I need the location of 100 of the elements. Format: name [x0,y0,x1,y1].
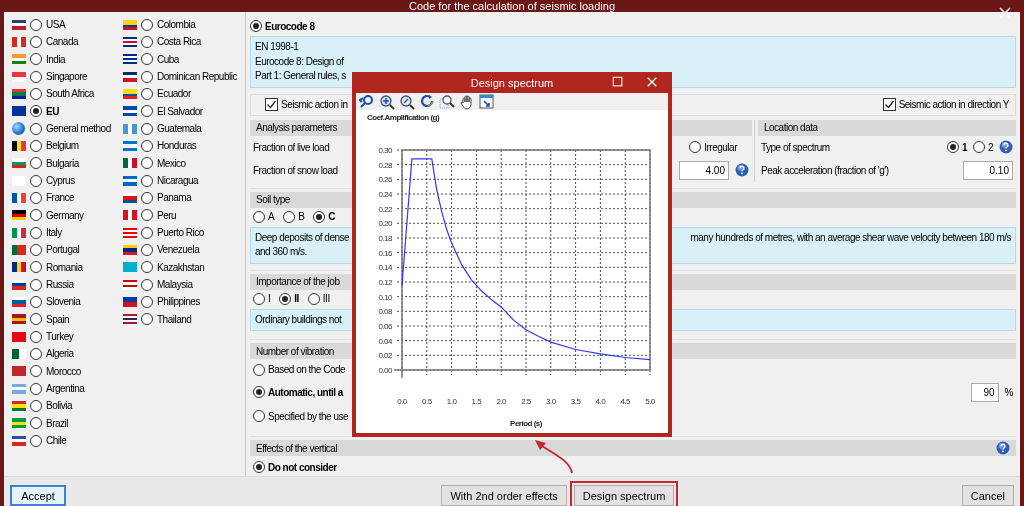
radio-button[interactable] [30,295,42,308]
country-label: Mexico [157,157,186,169]
radio-button[interactable] [30,87,42,100]
radio-button[interactable] [30,70,42,83]
radio-button[interactable] [253,292,265,305]
checkbox[interactable] [265,98,278,111]
radio-button[interactable] [972,141,985,153]
zoom-all-icon[interactable] [379,93,395,110]
axis-title: Coef.Amplification (g) [367,113,440,122]
radio-button[interactable] [141,53,153,66]
radio-button[interactable] [946,141,959,153]
button[interactable]: Accept [10,485,66,506]
radio-button[interactable] [279,292,292,305]
checkbox[interactable] [882,98,896,111]
description-text: Ordinary buildings not [255,312,342,327]
radio-button[interactable] [141,278,153,291]
radio-button[interactable] [141,191,153,204]
option-label: 2 [987,141,993,153]
radio-button[interactable] [141,70,153,83]
radio-button[interactable] [141,122,153,135]
radio-button[interactable] [30,434,42,447]
checkbox-label: Seismic action in [281,99,348,110]
radio-button[interactable] [141,261,153,274]
radio-button[interactable] [689,141,702,153]
radio-button[interactable] [30,226,42,239]
radio-button[interactable] [30,209,42,222]
radio-button[interactable] [141,209,153,222]
radio-button[interactable] [141,18,153,31]
radio-button[interactable] [250,20,262,32]
help-icon[interactable] [735,163,749,177]
radio-button[interactable] [141,226,153,239]
radio-button[interactable] [30,347,42,360]
option-label: I [268,293,271,304]
radio-button[interactable] [141,243,153,256]
radio-button[interactable] [30,122,42,135]
radio-button[interactable] [30,330,42,343]
country-label: EU [46,105,59,117]
radio-button[interactable] [30,157,42,170]
code-label: Eurocode 8 [265,20,315,32]
globe-icon [12,122,25,136]
radio-button[interactable] [30,174,42,187]
radio-button[interactable] [253,386,265,398]
close-icon[interactable] [998,6,1012,20]
help-icon[interactable] [996,441,1010,455]
button[interactable]: With 2nd order effects [441,485,567,506]
radio-button[interactable] [283,210,296,223]
window-title: Code for the calculation of seismic loading [408,0,616,12]
country-label: Thailand [157,313,192,325]
radio-button[interactable] [141,36,153,48]
button[interactable]: Cancel [961,485,1014,506]
radio-button[interactable] [141,105,153,118]
axis-tick-label: 0.06 [378,322,392,331]
country-label: Belgium [46,140,79,152]
number-field[interactable]: 90 [970,382,999,402]
radio-button[interactable] [141,295,153,308]
radio-button[interactable] [253,410,265,422]
axis-title: Period (s) [510,419,542,428]
option-label: Specified by the use [268,410,349,422]
radio-button[interactable] [307,292,320,305]
close-icon[interactable] [646,76,658,88]
radio-button[interactable] [141,174,153,187]
radio-button[interactable] [141,157,153,170]
radio-button[interactable] [253,210,265,223]
axis-tick-label: 2.0 [496,397,506,406]
radio-button[interactable] [30,36,42,48]
checkbox-label: Seismic action in direction Y [898,99,1009,110]
radio-button[interactable] [253,461,265,473]
radio-button[interactable] [30,191,42,204]
radio-button[interactable] [313,210,326,223]
radio-button[interactable] [30,53,42,66]
radio-button[interactable] [30,139,42,152]
radio-button[interactable] [30,278,42,291]
radio-button[interactable] [30,18,42,31]
country-label: South Africa [46,88,94,100]
radio-button[interactable] [253,363,265,376]
radio-button[interactable] [141,313,153,326]
radio-button[interactable] [30,399,42,412]
radio-button[interactable] [141,87,153,100]
radio-button[interactable] [30,417,42,430]
number-field[interactable]: 0.10 [963,160,1013,180]
zoom-reset-icon[interactable] [359,93,375,110]
hand-icon[interactable] [459,93,475,110]
export-icon[interactable] [479,93,495,110]
number-field[interactable]: 4.00 [679,160,729,180]
help-icon[interactable] [999,140,1013,154]
radio-button[interactable] [30,105,42,118]
radio-button[interactable] [30,243,42,256]
radio-button[interactable] [141,139,153,152]
zoom-icon[interactable] [439,93,455,110]
country-label: Romania [46,261,83,273]
maximize-icon[interactable] [612,76,624,88]
radio-button[interactable] [30,313,42,326]
refresh-icon[interactable] [419,93,435,110]
country-label: Ecuador [157,88,191,100]
radio-button[interactable] [30,365,42,378]
radio-button[interactable] [30,382,42,395]
radio-button[interactable] [30,261,42,274]
description-text: and 360 m/s. [255,245,307,259]
axis-tick-label: 0.24 [378,190,392,199]
zoom-icon[interactable] [399,93,415,110]
